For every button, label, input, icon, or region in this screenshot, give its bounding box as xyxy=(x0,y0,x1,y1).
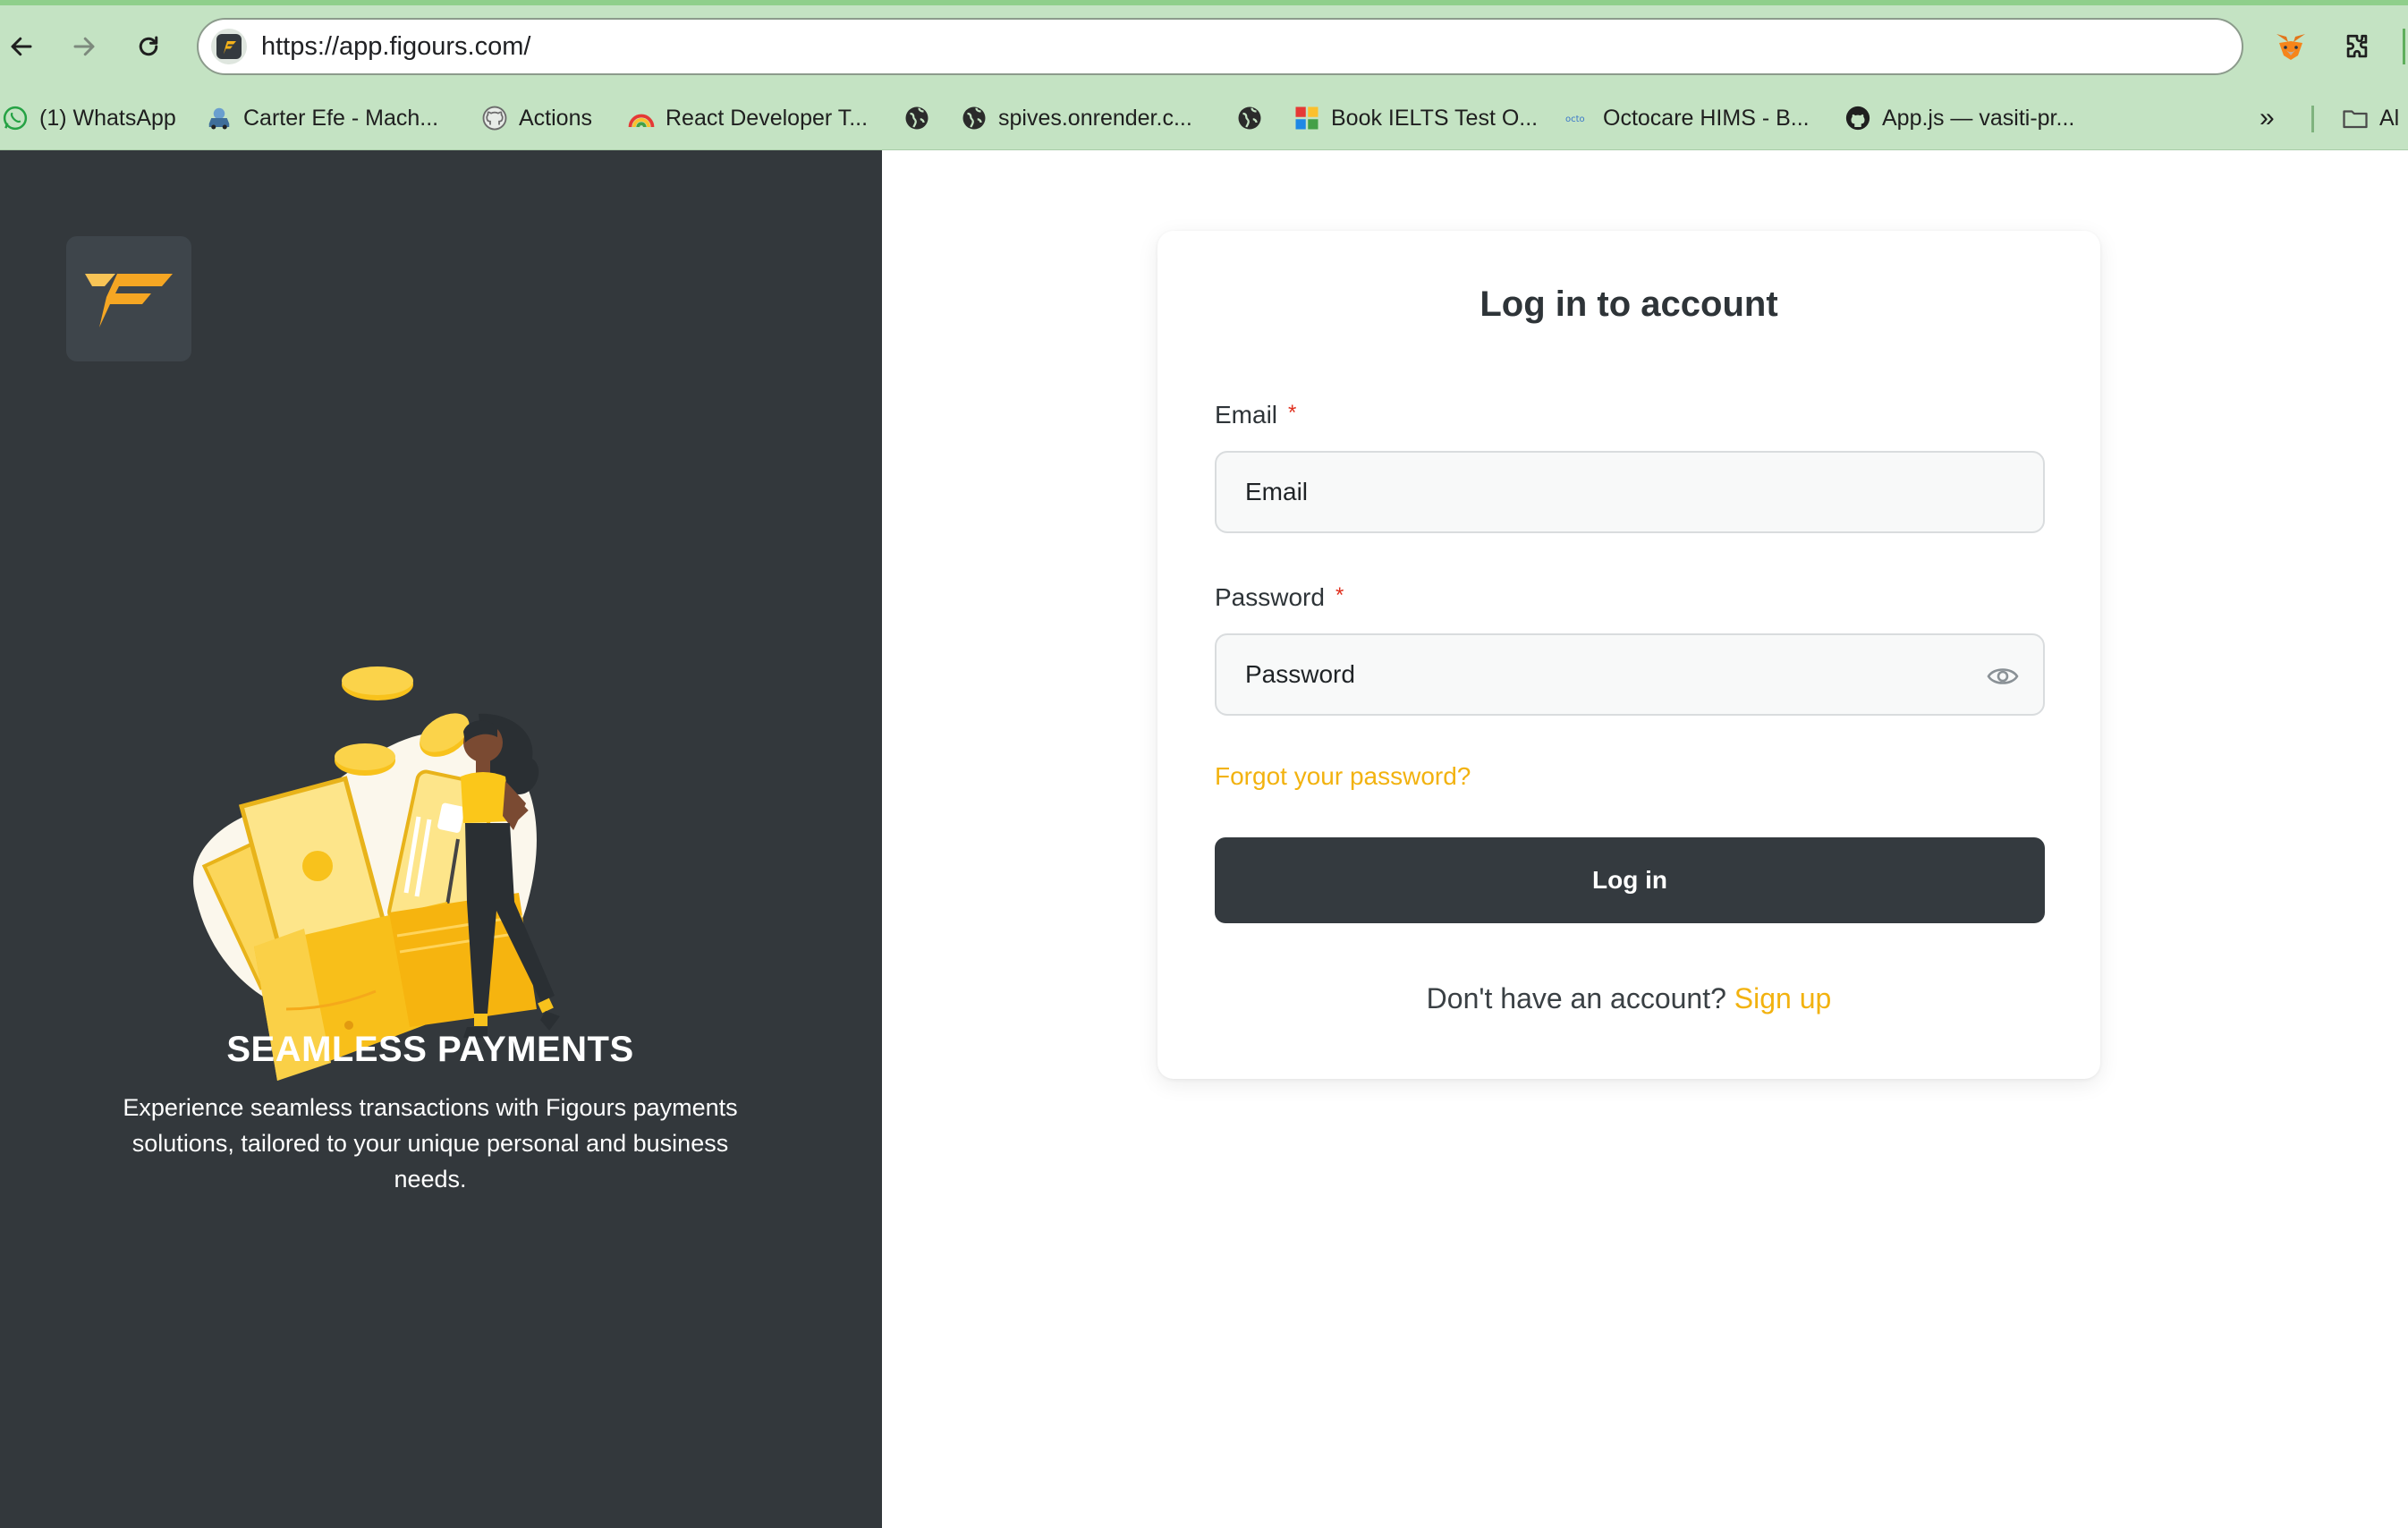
bookmarks-overflow-button[interactable]: » xyxy=(2260,97,2275,140)
folder-icon xyxy=(2342,105,2369,132)
arrow-left-icon xyxy=(11,37,32,56)
github-icon xyxy=(481,105,508,132)
bookmark-octocare[interactable]: octo Octocare HIMS - B... xyxy=(1565,97,1810,140)
browser-top-edge xyxy=(0,0,2408,5)
figours-logo-icon xyxy=(85,274,173,327)
email-label: Email * xyxy=(1215,401,1297,429)
email-input[interactable] xyxy=(1217,453,2043,531)
rainbow-icon xyxy=(628,105,655,132)
signup-prompt: Don't have an account? Sign up xyxy=(1426,982,1832,1014)
github-icon xyxy=(1844,105,1871,132)
bookmark-ielts[interactable]: Book IELTS Test O... xyxy=(1293,97,1538,140)
forward-button[interactable] xyxy=(63,25,106,68)
hero-description: Experience seamless transactions with Fi… xyxy=(123,1094,738,1193)
globe-icon xyxy=(1236,105,1263,132)
password-input[interactable] xyxy=(1217,635,2043,714)
url-text: https://app.figours.com/ xyxy=(261,32,531,61)
forgot-password-link[interactable]: Forgot your password? xyxy=(1215,762,1471,791)
car-icon xyxy=(206,105,233,132)
toolbar-divider xyxy=(2403,29,2405,64)
login-card: Log in to account Email* Password* Forgo… xyxy=(1157,231,2100,1079)
reload-icon xyxy=(139,36,158,56)
globe-icon xyxy=(961,105,988,132)
ielts-icon xyxy=(1293,105,1320,132)
browser-toolbar: https://app.figours.com/ (1) WhatsApp Ca… xyxy=(0,0,2408,150)
page-title: Log in to account xyxy=(1480,284,1778,324)
payment-illustration xyxy=(193,666,560,1081)
password-label: Password * xyxy=(1215,583,1344,611)
whatsapp-icon xyxy=(2,105,29,132)
metamask-extension-button[interactable] xyxy=(2268,25,2313,70)
bookmark-carter-efe[interactable]: Carter Efe - Mach... xyxy=(206,97,438,140)
figours-logo-icon xyxy=(222,41,236,55)
brand-panel: SEAMLESS PAYMENTS Experience seamless tr… xyxy=(0,150,882,1528)
globe-icon xyxy=(903,105,930,132)
bookmark-globe-1[interactable] xyxy=(903,97,930,140)
extensions-button[interactable] xyxy=(2335,25,2379,70)
bookmark-appjs[interactable]: App.js — vasiti-pr... xyxy=(1844,97,2074,140)
toggle-password-visibility-button[interactable] xyxy=(1986,660,2020,692)
required-asterisk: * xyxy=(1335,583,1344,607)
puzzle-icon xyxy=(2346,34,2368,58)
bookmark-whatsapp[interactable]: (1) WhatsApp xyxy=(2,97,176,140)
login-button[interactable]: Log in xyxy=(1215,837,2045,923)
bookmark-folder[interactable]: Al xyxy=(2342,97,2399,140)
back-button[interactable] xyxy=(0,25,43,68)
hero-title: SEAMLESS PAYMENTS xyxy=(226,1030,634,1069)
bookmarks-divider xyxy=(2311,106,2314,132)
bookmark-react-devtools[interactable]: React Developer T... xyxy=(628,97,868,140)
fox-icon xyxy=(2277,34,2305,60)
password-field[interactable] xyxy=(1215,633,2045,716)
site-favicon xyxy=(211,29,247,64)
address-bar[interactable]: https://app.figours.com/ xyxy=(197,18,2243,75)
signup-link[interactable]: Sign up xyxy=(1734,982,1832,1014)
bookmark-globe-2[interactable] xyxy=(1236,97,1263,140)
reload-button[interactable] xyxy=(127,25,170,68)
bookmark-spives[interactable]: spives.onrender.c... xyxy=(961,97,1192,140)
bookmarks-bar: (1) WhatsApp Carter Efe - Mach... Action… xyxy=(0,97,2408,140)
svg-text:octo: octo xyxy=(1565,115,1585,124)
bookmark-actions[interactable]: Actions xyxy=(481,97,592,140)
octocare-icon: octo xyxy=(1565,105,1592,132)
email-field[interactable] xyxy=(1215,451,2045,533)
required-asterisk: * xyxy=(1288,401,1297,425)
eye-icon xyxy=(1987,668,2019,684)
figours-logo[interactable] xyxy=(66,236,191,361)
arrow-right-icon xyxy=(73,37,95,56)
